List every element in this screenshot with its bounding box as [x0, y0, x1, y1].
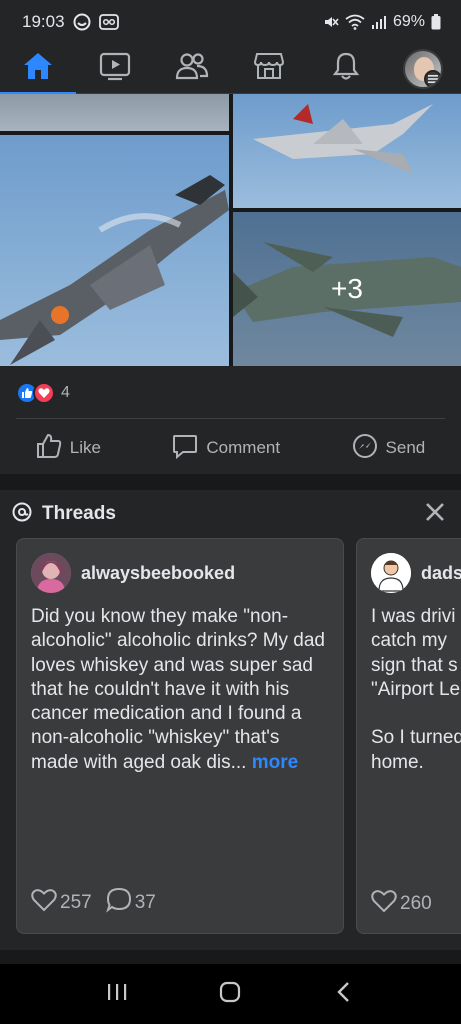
feed-separator — [0, 950, 461, 964]
nav-friends[interactable] — [154, 44, 230, 94]
send-label: Send — [385, 438, 426, 457]
replies-stat[interactable]: 37 — [105, 887, 156, 919]
messenger-icon — [73, 13, 91, 31]
comment-icon — [172, 433, 198, 464]
comment-label: Comment — [206, 438, 281, 457]
send-button[interactable]: Send — [338, 427, 440, 470]
battery-percent: 69% — [392, 13, 425, 30]
close-button[interactable] — [421, 500, 449, 528]
bell-icon — [331, 51, 361, 86]
reaction-count: 4 — [61, 384, 70, 401]
reactions-summary[interactable]: 4 — [16, 382, 70, 404]
post-photo-grid: +3 — [0, 94, 461, 366]
more-link[interactable]: more — [252, 752, 298, 773]
video-icon — [99, 51, 131, 86]
status-time: 19:03 — [22, 12, 65, 31]
divider — [16, 418, 445, 419]
nav-video[interactable] — [77, 44, 153, 94]
like-button[interactable]: Like — [22, 427, 115, 470]
comment-button[interactable]: Comment — [158, 427, 294, 470]
menu-icon — [423, 69, 441, 87]
card-username[interactable]: alwaysbeebooked — [81, 563, 235, 584]
recent-apps-icon — [106, 982, 128, 1007]
like-label: Like — [69, 438, 101, 457]
photo-top-left[interactable] — [0, 94, 229, 131]
messenger-send-icon — [352, 433, 378, 464]
love-reaction-icon — [33, 382, 55, 404]
more-photos-overlay[interactable]: +3 — [233, 212, 461, 366]
likes-stat[interactable]: 257 — [31, 888, 92, 918]
thumbs-up-icon — [36, 433, 62, 464]
post-footer: 4 Like Comment Send — [0, 366, 461, 474]
user-avatar[interactable] — [31, 553, 71, 593]
user-avatar[interactable] — [371, 553, 411, 593]
mute-icon — [323, 14, 339, 30]
recent-apps-button[interactable] — [92, 974, 142, 1014]
likes-count: 257 — [60, 892, 92, 913]
threads-logo-icon — [12, 502, 32, 527]
home-icon — [22, 51, 54, 86]
likes-stat[interactable]: 260 — [371, 889, 432, 919]
heart-icon — [31, 888, 57, 918]
top-navigation — [0, 44, 461, 95]
wifi-icon — [345, 14, 365, 30]
signal-icon — [371, 15, 387, 29]
threads-card[interactable]: alwaysbeebooked Did you know they make "… — [16, 538, 344, 934]
replies-count: 37 — [134, 892, 156, 913]
back-button[interactable] — [319, 974, 369, 1014]
status-bar: 19:03 69% — [0, 0, 461, 44]
nav-marketplace[interactable] — [231, 44, 307, 94]
card-body-text: Did you know they make "non-alcoholic" a… — [31, 606, 325, 773]
threads-card[interactable]: dads I was drivi catch my sign that s "A… — [356, 538, 461, 934]
likes-count: 260 — [400, 893, 432, 914]
avatar — [402, 48, 443, 89]
back-chevron-icon — [336, 981, 352, 1008]
nav-home[interactable] — [0, 44, 77, 95]
card-body-text: I was drivi catch my sign that s "Airpor… — [371, 606, 461, 773]
photo-a4-skyhawk[interactable] — [233, 94, 461, 208]
heart-icon — [371, 889, 397, 919]
system-navigation-bar — [0, 964, 461, 1024]
post-actions: Like Comment Send — [0, 428, 461, 468]
voicemail-icon — [98, 14, 119, 30]
photo-l39[interactable]: +3 — [233, 212, 461, 366]
card-body: Did you know they make "non-alcoholic" a… — [31, 605, 331, 775]
photo-f35[interactable] — [0, 135, 229, 366]
threads-section: Threads alwaysbeebooked Did you know the… — [0, 490, 461, 950]
card-username[interactable]: dads — [421, 563, 461, 584]
home-circle-icon — [219, 981, 241, 1008]
friends-icon — [175, 51, 209, 86]
threads-title: Threads — [42, 503, 116, 524]
marketplace-icon — [253, 51, 285, 86]
reply-bubble-icon — [105, 887, 132, 919]
battery-icon — [431, 14, 441, 30]
card-stats: 257 37 — [31, 887, 166, 919]
nav-profile-menu[interactable] — [385, 44, 461, 94]
home-button[interactable] — [205, 974, 255, 1014]
threads-header: Threads — [12, 500, 449, 528]
close-icon — [425, 502, 445, 527]
card-stats: 260 — [371, 889, 442, 919]
nav-notifications[interactable] — [308, 44, 384, 94]
